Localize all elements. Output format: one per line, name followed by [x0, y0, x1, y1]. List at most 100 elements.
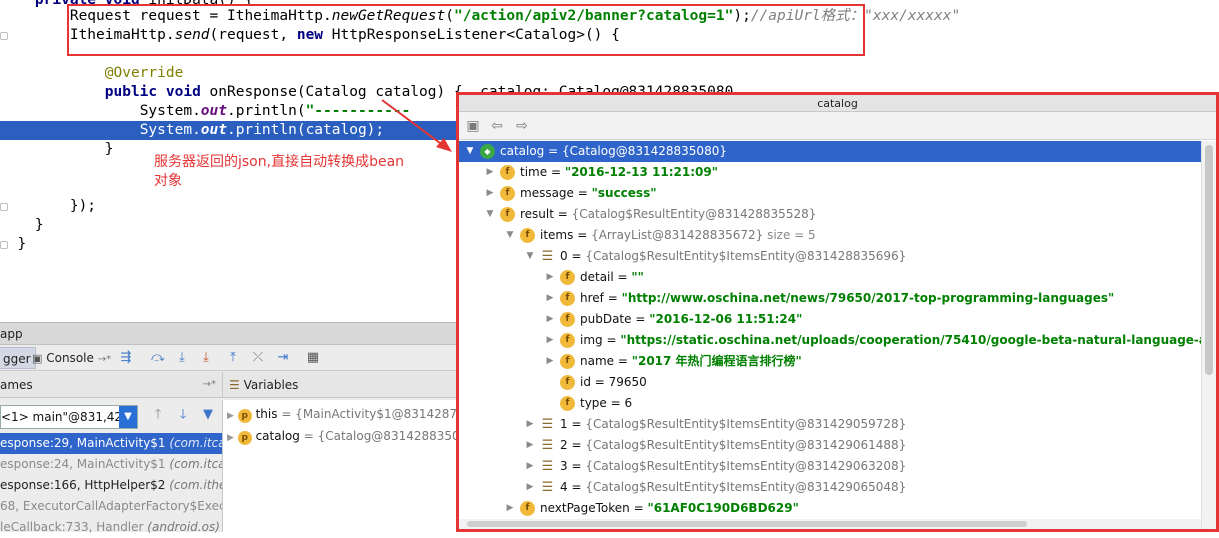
chevron-right-icon[interactable]: ▶: [227, 411, 234, 421]
step-over-icon[interactable]: ⤼: [150, 350, 166, 366]
tree-row[interactable]: ▼ ☰ 0 = {Catalog$ResultEntity$ItemsEntity@…: [459, 246, 1201, 267]
tab-console[interactable]: ▣ Console →*: [28, 347, 115, 369]
evaluate-expression-icon[interactable]: ▦: [305, 350, 321, 366]
tree-row[interactable]: ▶ f detail = "": [459, 267, 1201, 288]
force-step-into-icon[interactable]: ⤓: [198, 350, 214, 366]
variable-name: 3: [560, 459, 568, 473]
tree-row[interactable]: ▶ ☰ 3 = {Catalog$ResultEntity$ItemsEntity@…: [459, 456, 1201, 477]
frame-item[interactable]: leCallback:733, Handler (android.os): [0, 517, 222, 538]
tree-row[interactable]: ▶ f message = "success": [459, 183, 1201, 204]
arrow-up-icon[interactable]: 🡑: [150, 407, 166, 423]
variable-name: time: [520, 165, 548, 179]
equals-sign: =: [567, 417, 586, 431]
scrollbar-thumb[interactable]: [1205, 145, 1213, 375]
field-icon: f: [560, 375, 575, 390]
horizontal-scrollbar[interactable]: [459, 519, 1201, 529]
variable-name: img: [580, 333, 603, 347]
tree-row[interactable]: ▶ f pubDate = "2016-12-06 11:51:24": [459, 309, 1201, 330]
step-into-icon[interactable]: ⤓: [174, 350, 190, 366]
equals-sign: =: [631, 312, 650, 326]
run-to-cursor-icon[interactable]: ⇥: [275, 350, 291, 366]
chevron-right-icon[interactable]: ▶: [524, 477, 536, 498]
chevron-right-icon[interactable]: ▶: [484, 162, 496, 183]
tree-row[interactable]: ▼ f result = {Catalog$ResultEntity@8314288…: [459, 204, 1201, 225]
chevron-down-icon[interactable]: ▼: [464, 141, 476, 162]
drop-frame-icon[interactable]: ⤫: [250, 350, 266, 366]
tree-row[interactable]: f type = 6: [459, 393, 1201, 414]
chevron-down-icon[interactable]: ▼: [484, 204, 496, 225]
forward-icon[interactable]: ⇨: [514, 118, 530, 134]
fold-marker-icon[interactable]: [0, 203, 8, 211]
chevron-right-icon[interactable]: ▶: [544, 309, 556, 330]
equals-sign: =: [614, 354, 632, 368]
frame-item[interactable]: esponse:24, MainActivity$1 (com.itcast: [0, 454, 222, 475]
tree-row[interactable]: ▶ f time = "2016-12-13 11:21:09": [459, 162, 1201, 183]
chevron-right-icon[interactable]: ▶: [544, 330, 556, 351]
variable-value: {ArrayList@831428835672}: [591, 228, 764, 242]
chevron-right-icon[interactable]: ▶: [544, 267, 556, 288]
variable-value: {Catalog$ResultEntity$ItemsEntity@831429…: [585, 480, 907, 494]
tree-row[interactable]: ▶ f nextPageToken = "61AF0C190D6BD629": [459, 498, 1201, 519]
chevron-right-icon[interactable]: ▶: [524, 435, 536, 456]
arrow-down-icon[interactable]: 🡓: [175, 407, 191, 423]
chevron-down-icon[interactable]: ▼: [119, 406, 137, 428]
variable-value: "http://www.oschina.net/news/79650/2017-…: [621, 291, 1115, 305]
equals-sign: =: [567, 249, 586, 263]
tree-row[interactable]: ▶ f img = "https://static.oschina.net/uplo…: [459, 330, 1201, 351]
frame-item[interactable]: esponse:29, MainActivity$1 (com.itcast: [0, 433, 222, 454]
field-icon: p: [237, 409, 252, 423]
pin-icon[interactable]: →*: [203, 372, 216, 398]
variable-row[interactable]: ▶ p catalog = {Catalog@831428835080: [227, 426, 475, 447]
variable-value: "61AF0C190D6BD629": [647, 501, 799, 515]
chevron-down-icon[interactable]: ▼: [504, 225, 516, 246]
tree-row-text: catalog = {Catalog@831428835080}: [500, 141, 727, 162]
tree-row[interactable]: ▼ f items = {ArrayList@831428835672} size …: [459, 225, 1201, 246]
variable-name: result: [520, 207, 554, 221]
filter-icon[interactable]: ▼: [200, 407, 216, 423]
field-icon: f: [500, 165, 515, 180]
open-in-window-icon[interactable]: ▣: [465, 118, 481, 134]
variable-value: "https://static.oschina.net/uploads/coop…: [620, 333, 1201, 347]
list-element-icon: ☰: [541, 459, 554, 474]
fold-marker-icon[interactable]: [0, 241, 8, 249]
list-element-icon: ☰: [541, 438, 554, 453]
tree-row[interactable]: f id = 79650: [459, 372, 1201, 393]
variable-value: {Catalog$ResultEntity$ItemsEntity@831428…: [585, 249, 907, 263]
step-out-icon[interactable]: ⤒: [225, 350, 241, 366]
tree-row[interactable]: ▶ ☰ 4 = {Catalog$ResultEntity$ItemsEntity@…: [459, 477, 1201, 498]
variable-value: {Catalog@831428835080}: [562, 144, 727, 158]
frames-header: ames →*: [0, 372, 222, 398]
equals-sign: =: [547, 165, 565, 179]
equals-sign: =: [553, 207, 572, 221]
console-icon: ▣: [32, 352, 43, 365]
tree-row[interactable]: ▶ ☰ 1 = {Catalog$ResultEntity$ItemsEntity@…: [459, 414, 1201, 435]
tree-row[interactable]: ▶ f name = "2017 年热门编程语言排行榜": [459, 351, 1201, 372]
tree-row[interactable]: ▶ f href = "http://www.oschina.net/news/79…: [459, 288, 1201, 309]
chevron-right-icon[interactable]: ▶: [524, 414, 536, 435]
equals-sign: =: [629, 501, 648, 515]
popup-title[interactable]: catalog: [459, 95, 1216, 112]
show-execution-point-icon[interactable]: ⇶: [118, 350, 134, 366]
frame-item[interactable]: 68, ExecutorCallAdapterFactory$Execut: [0, 496, 222, 517]
thread-select[interactable]: <1> main"@831,42... ▼: [0, 405, 138, 429]
back-icon[interactable]: ⇦: [489, 118, 505, 134]
chevron-right-icon[interactable]: ▶: [227, 433, 234, 443]
frame-item[interactable]: esponse:166, HttpHelper$2 (com.itheir: [0, 475, 222, 496]
variable-value: "2016-12-06 11:51:24": [649, 312, 803, 326]
chevron-right-icon[interactable]: ▶: [484, 183, 496, 204]
chevron-right-icon[interactable]: ▶: [544, 351, 556, 372]
chevron-right-icon[interactable]: ▶: [504, 498, 516, 519]
field-icon: f: [560, 270, 575, 285]
equals-sign: =: [567, 459, 586, 473]
vertical-scrollbar[interactable]: [1201, 141, 1216, 529]
variable-row[interactable]: ▶ p this = {MainActivity$1@83142874: [227, 404, 465, 425]
chevron-right-icon[interactable]: ▶: [544, 288, 556, 309]
variable-name: catalog: [500, 144, 545, 158]
scrollbar-thumb[interactable]: [467, 521, 1027, 527]
list-element-icon: ☰: [541, 417, 554, 432]
popup-toolbar: ▣ ⇦ ⇨: [459, 112, 1216, 140]
tree-row[interactable]: ▼ ◆ catalog = {Catalog@831428835080}: [459, 141, 1201, 162]
chevron-down-icon[interactable]: ▼: [524, 246, 536, 267]
chevron-right-icon[interactable]: ▶: [524, 456, 536, 477]
tree-row[interactable]: ▶ ☰ 2 = {Catalog$ResultEntity$ItemsEntity@…: [459, 435, 1201, 456]
